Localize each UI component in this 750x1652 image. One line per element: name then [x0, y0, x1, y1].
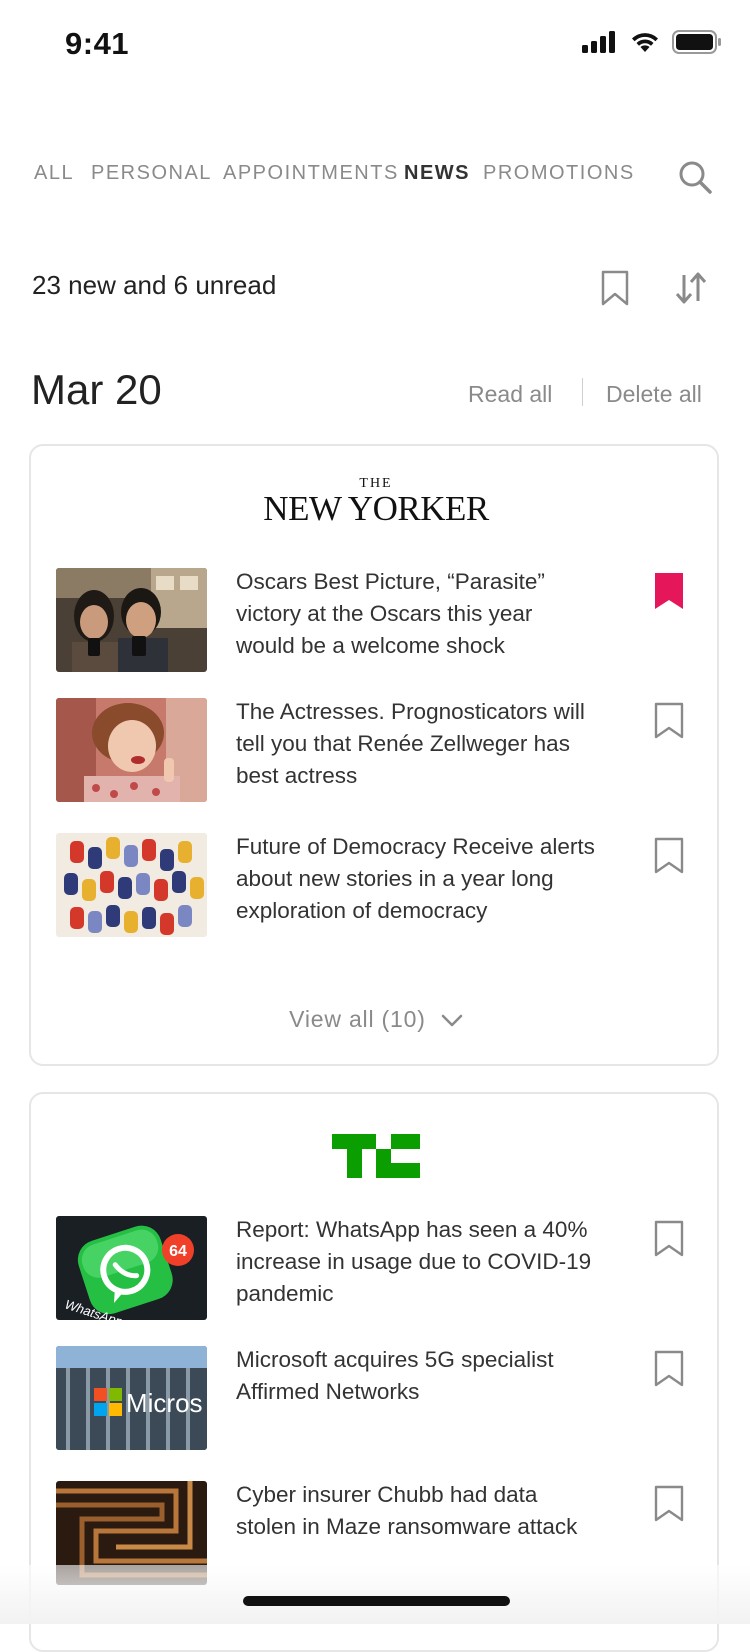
home-bar-background — [0, 1565, 750, 1624]
divider — [582, 378, 583, 406]
status-icons — [582, 30, 722, 54]
wifi-icon — [632, 33, 658, 52]
article-thumbnail: 64 WhatsApp — [56, 1216, 207, 1320]
signal-icon — [582, 31, 615, 53]
article-item[interactable]: Future of Democracy Receive alerts about… — [56, 833, 696, 943]
article-headline: The Actresses. Prognosticators will tell… — [236, 699, 585, 788]
article-headline: Microsoft acquires 5G specialist Affirme… — [236, 1347, 554, 1404]
bookmark-icon[interactable] — [654, 837, 684, 875]
read-all-button[interactable]: Read all — [468, 381, 552, 408]
bookmark-icon[interactable] — [654, 1485, 684, 1523]
tab-personal[interactable]: PERSONAL — [91, 162, 212, 185]
article-item[interactable]: The Actresses. Prognosticators will tell… — [56, 698, 696, 808]
bookmark-icon[interactable] — [654, 1220, 684, 1258]
bookmark-filter-icon[interactable] — [598, 269, 632, 307]
tab-news[interactable]: NEWS — [404, 162, 470, 185]
unread-summary: 23 new and 6 unread — [32, 270, 277, 300]
chevron-down-icon — [441, 1014, 463, 1027]
article-headline: Report: WhatsApp has seen a 40% increase… — [236, 1217, 592, 1306]
status-bar: 9:41 — [0, 0, 750, 92]
sort-icon[interactable] — [672, 269, 710, 307]
delete-all-button[interactable]: Delete all — [606, 381, 702, 408]
article-thumbnail — [56, 568, 207, 672]
battery-icon — [672, 30, 721, 54]
source-card-new-yorker: THE NEW YORKER Oscars Best Picture, “Par… — [29, 444, 719, 1066]
article-thumbnail: Micros — [56, 1346, 207, 1450]
new-yorker-logo: THE NEW YORKER — [263, 476, 489, 528]
article-item[interactable]: Micros Microsoft acquires 5G specialist … — [56, 1346, 696, 1456]
tab-appointments[interactable]: APPOINTMENTS — [223, 162, 399, 185]
article-headline: Oscars Best Picture, “Parasite” victory … — [236, 569, 545, 658]
date-heading: Mar 20 — [31, 366, 162, 413]
status-time: 9:41 — [65, 26, 130, 61]
bookmark-icon[interactable] — [654, 702, 684, 740]
article-item[interactable]: Oscars Best Picture, “Parasite” victory … — [56, 568, 696, 678]
view-all-button[interactable]: View all (10) — [31, 1006, 721, 1033]
article-thumbnail — [56, 698, 207, 802]
bookmark-filled-icon[interactable] — [654, 572, 684, 610]
bookmark-icon[interactable] — [654, 1350, 684, 1388]
article-headline: Cyber insurer Chubb had data stolen in M… — [236, 1482, 578, 1539]
category-tabs: ALL PERSONAL APPOINTMENTS NEWS PROMOTION… — [0, 150, 750, 200]
tab-all[interactable]: ALL — [34, 162, 74, 185]
home-indicator[interactable] — [243, 1596, 510, 1606]
article-headline: Future of Democracy Receive alerts about… — [236, 834, 595, 923]
article-thumbnail — [56, 833, 207, 937]
tab-promotions[interactable]: PROMOTIONS — [483, 162, 635, 185]
techcrunch-logo — [332, 1134, 420, 1178]
thumb-badge-text: 64 — [169, 1243, 187, 1260]
view-all-label: View all (10) — [289, 1006, 426, 1032]
thumb-caption-text: Micros — [126, 1388, 203, 1418]
search-icon[interactable] — [676, 158, 716, 198]
article-item[interactable]: 64 WhatsApp Report: WhatsApp has seen a … — [56, 1216, 696, 1326]
